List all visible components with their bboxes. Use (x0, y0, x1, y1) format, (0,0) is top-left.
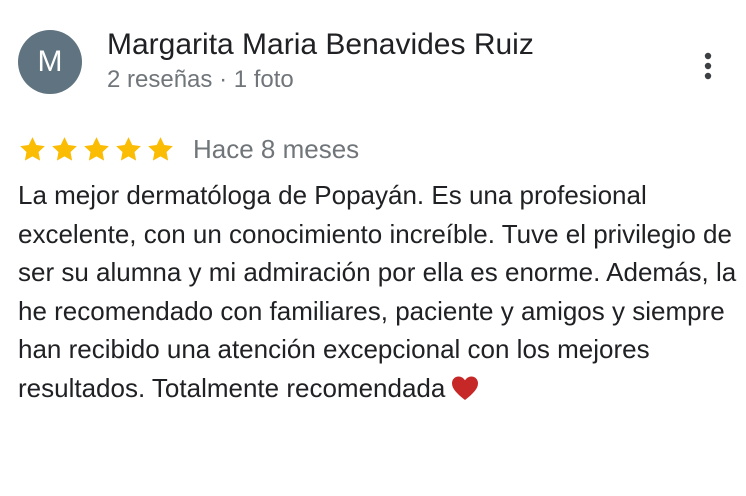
star-icon (50, 135, 79, 164)
reviewer-name[interactable]: Margarita Maria Benavides Ruiz (107, 26, 534, 64)
review-time: Hace 8 meses (193, 134, 360, 164)
more-vert-icon (692, 46, 724, 86)
review-text: La mejor dermatóloga de Popayán. Es una … (18, 176, 738, 407)
rating-row: Hace 8 meses (18, 130, 359, 168)
avatar-initial: M (37, 45, 63, 78)
star-icon (82, 135, 111, 164)
more-options-button[interactable] (692, 46, 724, 86)
star-icon (114, 135, 143, 164)
red-heart-icon (451, 375, 479, 401)
avatar[interactable]: M (18, 30, 82, 94)
reviewer-meta: 2 reseñas · 1 foto (107, 66, 294, 93)
star-rating (18, 135, 175, 164)
star-icon (146, 135, 175, 164)
review-text-content: La mejor dermatóloga de Popayán. Es una … (18, 180, 737, 403)
star-icon (18, 135, 47, 164)
